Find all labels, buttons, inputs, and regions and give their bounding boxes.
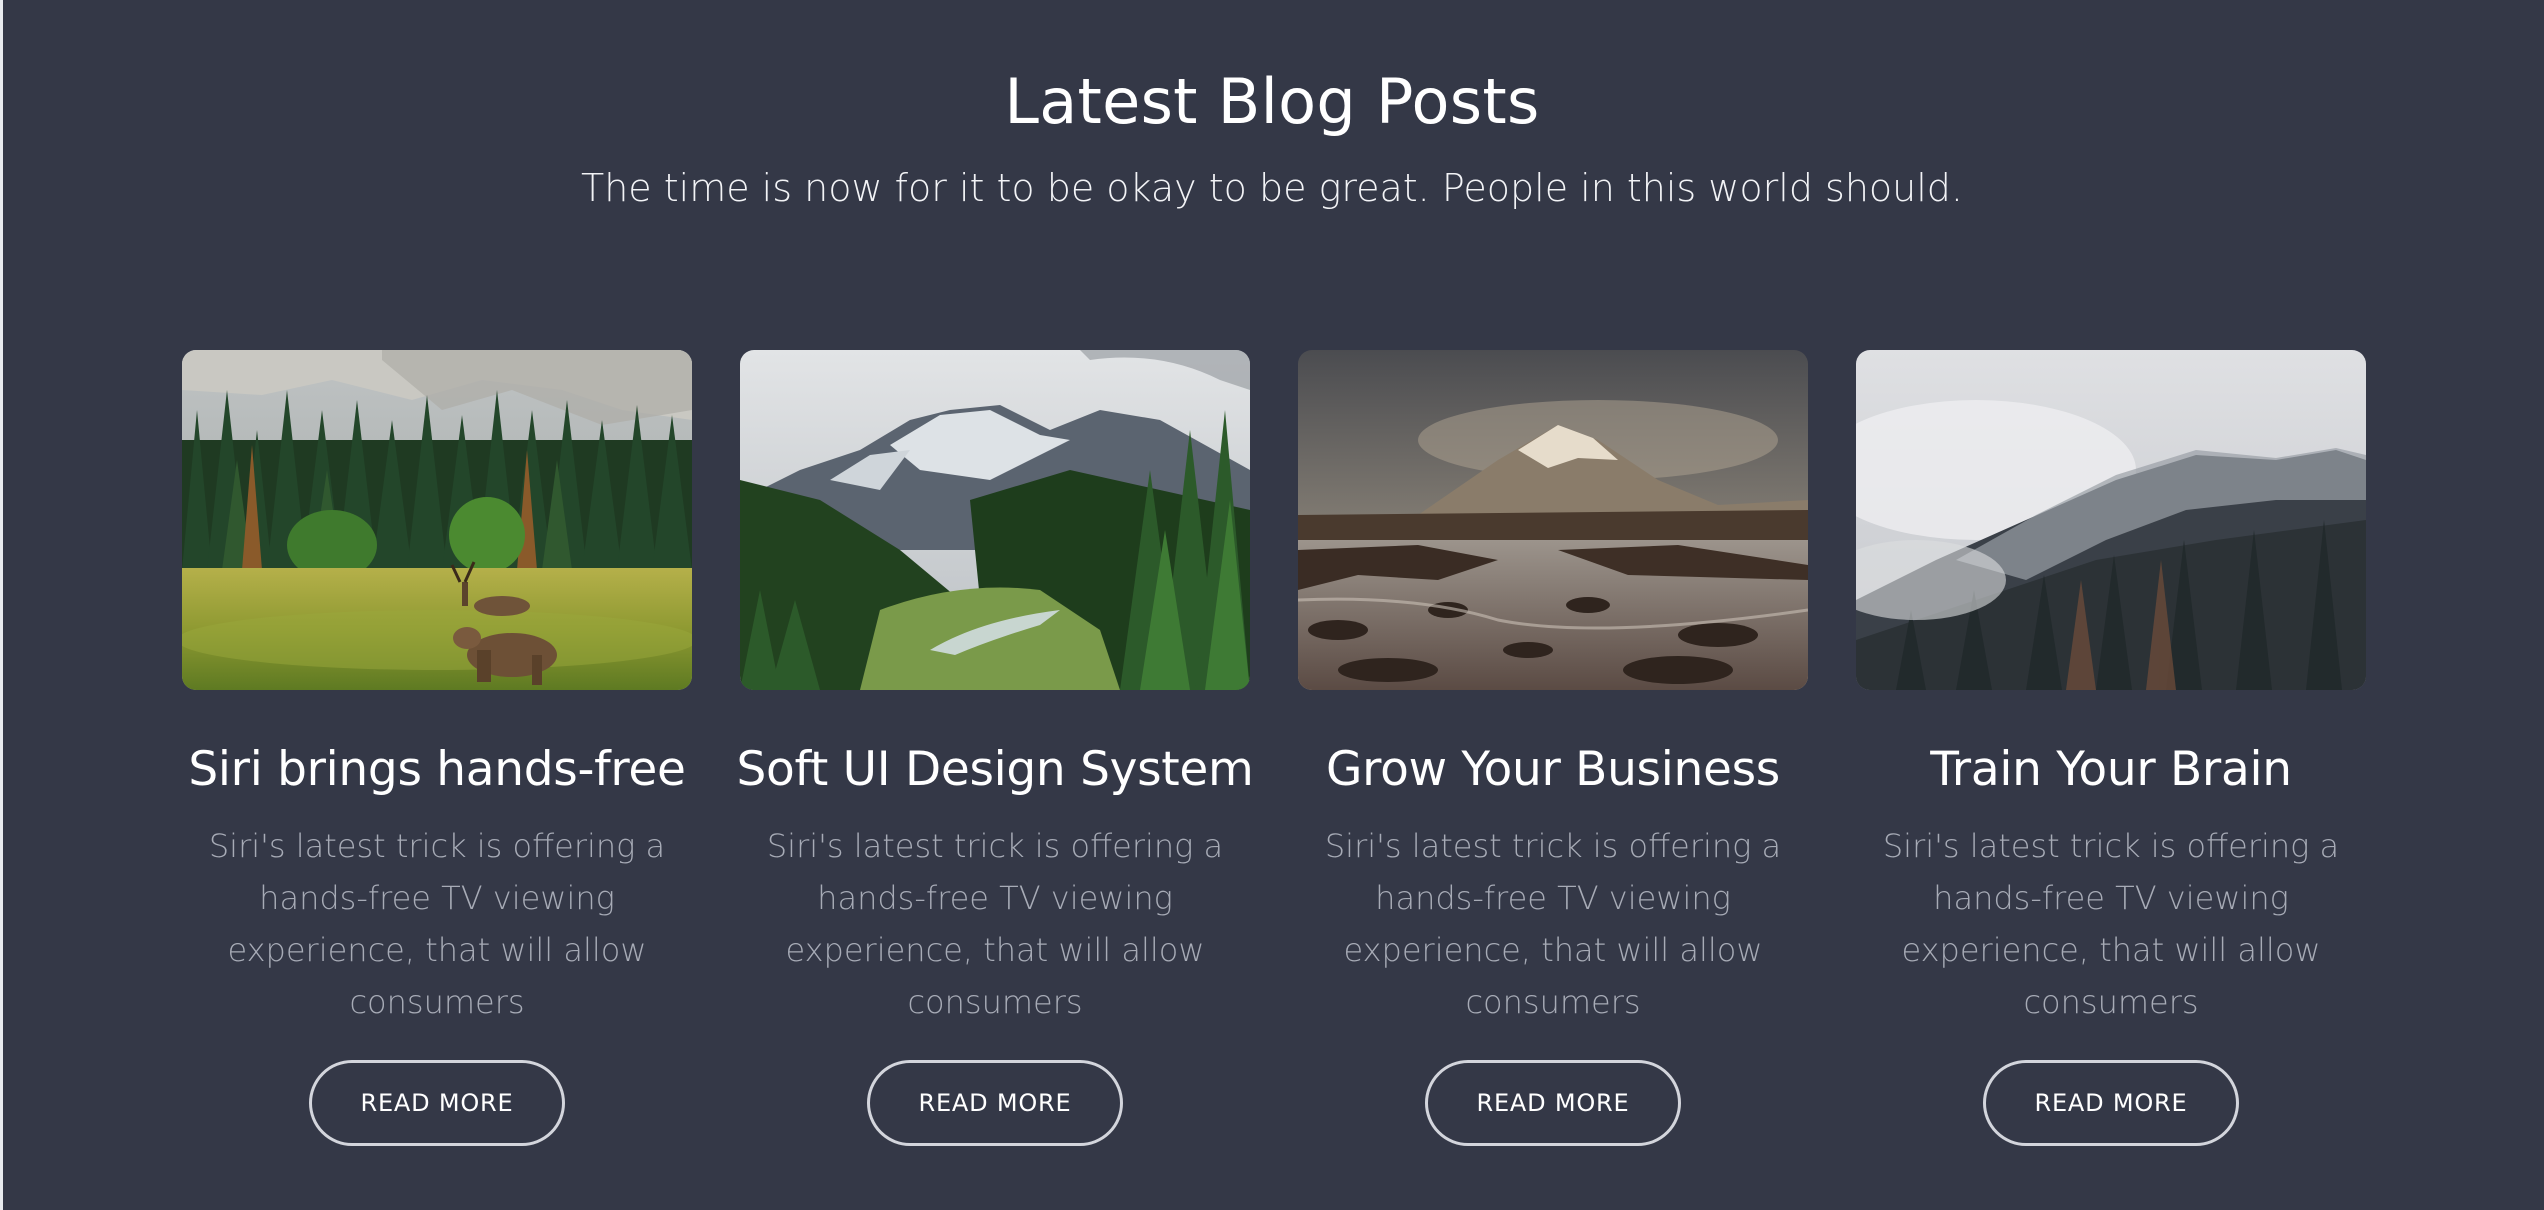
read-more-button[interactable]: READ MORE bbox=[867, 1060, 1123, 1146]
post-title: Train Your Brain bbox=[1930, 742, 2292, 797]
read-more-button[interactable]: READ MORE bbox=[309, 1060, 565, 1146]
blog-card: Grow Your Business Siri's latest trick i… bbox=[1298, 350, 1808, 1150]
post-title: Siri brings hands-free bbox=[188, 742, 686, 797]
page-title: Latest Blog Posts bbox=[1004, 65, 1540, 138]
post-description: Siri's latest trick is offering a hands-… bbox=[208, 827, 666, 1021]
read-more-button[interactable]: READ MORE bbox=[1425, 1060, 1681, 1146]
blog-card: Siri brings hands-free Siri's latest tri… bbox=[182, 350, 692, 1150]
page-subtitle: The time is now for it to be okay to be … bbox=[581, 166, 1963, 210]
blog-card: Train Your Brain Siri's latest trick is … bbox=[1856, 350, 2366, 1150]
post-title: Grow Your Business bbox=[1326, 742, 1780, 797]
blog-card: Soft UI Design System Siri's latest tric… bbox=[736, 350, 1254, 1150]
post-description: Siri's latest trick is offering a hands-… bbox=[1324, 827, 1782, 1021]
blog-cards-row: Siri brings hands-free Siri's latest tri… bbox=[182, 350, 2366, 1150]
post-title: Soft UI Design System bbox=[736, 742, 1254, 797]
misty-forest-image[interactable] bbox=[1856, 350, 2366, 690]
mountain-valley-image[interactable] bbox=[740, 350, 1250, 690]
forest-deer-image[interactable] bbox=[182, 350, 692, 690]
mountain-river-image[interactable] bbox=[1298, 350, 1808, 690]
post-description: Siri's latest trick is offering a hands-… bbox=[766, 827, 1224, 1021]
read-more-button[interactable]: READ MORE bbox=[1983, 1060, 2239, 1146]
post-description: Siri's latest trick is offering a hands-… bbox=[1882, 827, 2340, 1021]
